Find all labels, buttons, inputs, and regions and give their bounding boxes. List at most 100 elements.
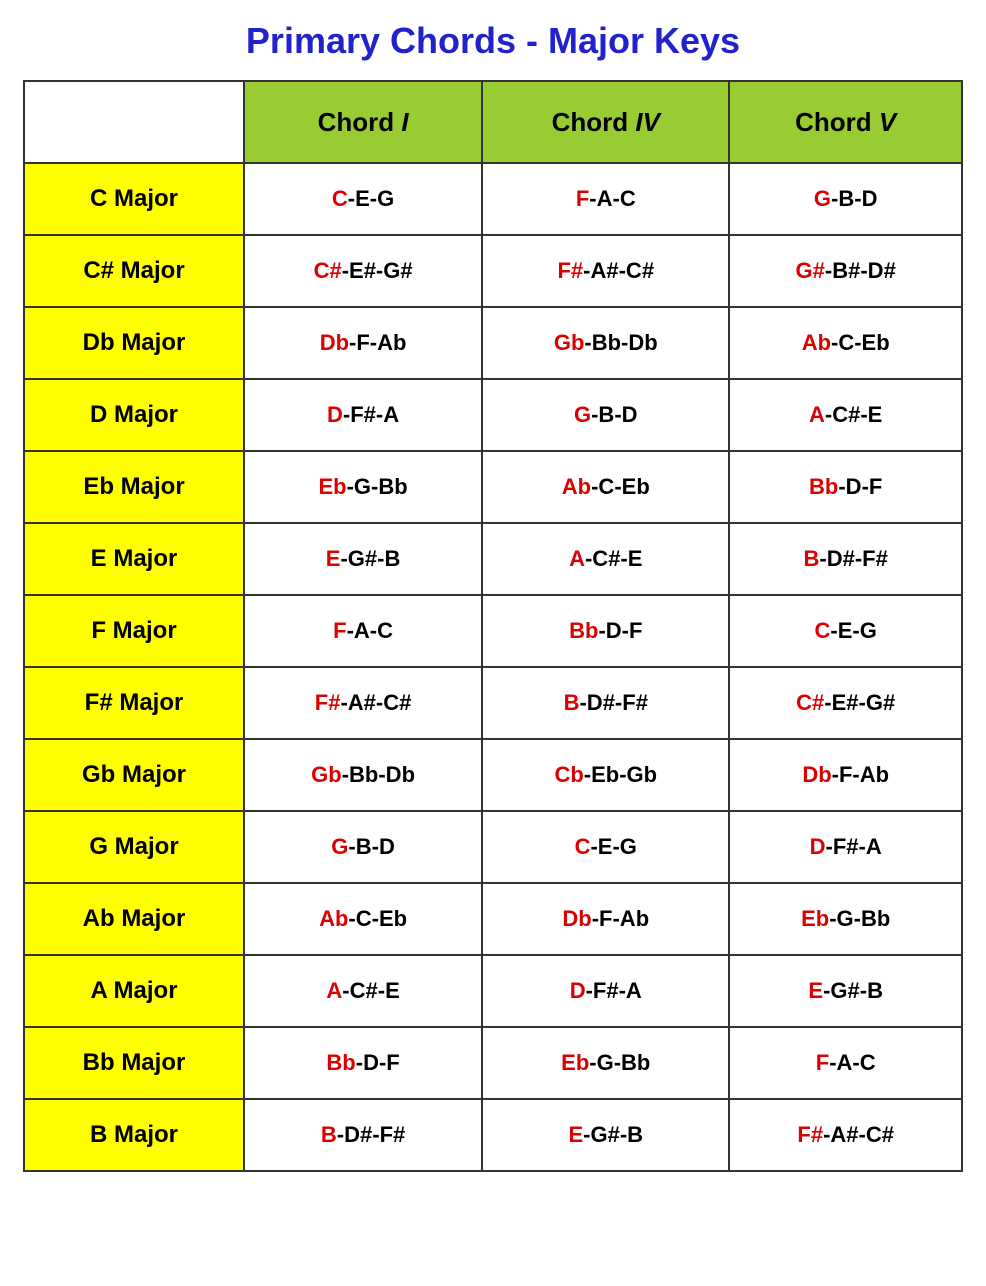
table-row: Eb MajorEb-G-BbAb-C-EbBb-D-F	[24, 451, 962, 523]
chord-notes: -Bb-Db	[342, 762, 415, 787]
chord5-cell: Eb-G-Bb	[729, 883, 962, 955]
chord-root: F#	[557, 258, 583, 283]
chord-root: A	[326, 978, 342, 1003]
chord-root: Gb	[311, 762, 342, 787]
table-row: E MajorE-G#-BA-C#-EB-D#-F#	[24, 523, 962, 595]
chord-root: C	[815, 618, 831, 643]
chord-notes: -Eb-Gb	[584, 762, 657, 787]
chord5-cell: F#-A#-C#	[729, 1099, 962, 1171]
chord-notes: -F#-A	[826, 834, 882, 859]
chord-notes: -A-C	[347, 618, 393, 643]
chord-notes: -A#-C#	[340, 690, 411, 715]
chord-root: G	[574, 402, 591, 427]
key-cell: Eb Major	[24, 451, 244, 523]
chord-root: F	[333, 618, 346, 643]
chord-root: A	[809, 402, 825, 427]
chord4-cell: G-B-D	[482, 379, 729, 451]
page-title: Primary Chords - Major Keys	[246, 20, 740, 62]
key-cell: F Major	[24, 595, 244, 667]
chord-notes: -B-D	[831, 186, 877, 211]
chord-notes: -A#-C#	[823, 1122, 894, 1147]
chord-notes: -F#-A	[586, 978, 642, 1003]
table-row: G MajorG-B-DC-E-GD-F#-A	[24, 811, 962, 883]
chord-root: C#	[796, 690, 824, 715]
chord1-cell: C#-E#-G#	[244, 235, 482, 307]
table-row: D MajorD-F#-AG-B-DA-C#-E	[24, 379, 962, 451]
table-row: Db MajorDb-F-AbGb-Bb-DbAb-C-Eb	[24, 307, 962, 379]
chord-notes: -E#-G#	[342, 258, 413, 283]
chord-root: Ab	[562, 474, 591, 499]
chord-root: C#	[314, 258, 342, 283]
chord5-cell: F-A-C	[729, 1027, 962, 1099]
chord-notes: -E#-G#	[824, 690, 895, 715]
chord-notes: -F#-A	[343, 402, 399, 427]
chord-notes: -C#-E	[825, 402, 882, 427]
chord-root: B	[321, 1122, 337, 1147]
chord5-cell: B-D#-F#	[729, 523, 962, 595]
chord4-cell: D-F#-A	[482, 955, 729, 1027]
chord5-cell: C#-E#-G#	[729, 667, 962, 739]
chord4-cell: Db-F-Ab	[482, 883, 729, 955]
chord-root: Eb	[561, 1050, 589, 1075]
chord-root: Eb	[801, 906, 829, 931]
chord-root: Gb	[554, 330, 585, 355]
table-row: F# MajorF#-A#-C#B-D#-F#C#-E#-G#	[24, 667, 962, 739]
key-cell: G Major	[24, 811, 244, 883]
header-chord5: Chord V	[729, 81, 962, 163]
chord-root: Db	[320, 330, 349, 355]
chord-root: C	[575, 834, 591, 859]
table-row: C MajorC-E-GF-A-CG-B-D	[24, 163, 962, 235]
chord5-cell: Db-F-Ab	[729, 739, 962, 811]
chord1-cell: C-E-G	[244, 163, 482, 235]
chord-root: G	[814, 186, 831, 211]
chord-notes: -C-Eb	[591, 474, 650, 499]
chord-notes: -A-C	[829, 1050, 875, 1075]
chord-notes: -Bb-Db	[584, 330, 657, 355]
chord1-cell: F-A-C	[244, 595, 482, 667]
chord-notes: -G-Bb	[347, 474, 408, 499]
key-cell: Gb Major	[24, 739, 244, 811]
chord5-cell: G-B-D	[729, 163, 962, 235]
chord1-cell: B-D#-F#	[244, 1099, 482, 1171]
chord-root: E	[808, 978, 823, 1003]
chord-notes: -D#-F#	[337, 1122, 405, 1147]
chord-notes: -B#-D#	[825, 258, 896, 283]
chord1-cell: Ab-C-Eb	[244, 883, 482, 955]
chord4-cell: Gb-Bb-Db	[482, 307, 729, 379]
chord4-cell: Ab-C-Eb	[482, 451, 729, 523]
chord-root: D	[810, 834, 826, 859]
table-row: A MajorA-C#-ED-F#-AE-G#-B	[24, 955, 962, 1027]
chord-root: F	[576, 186, 589, 211]
table-row: Ab MajorAb-C-EbDb-F-AbEb-G-Bb	[24, 883, 962, 955]
chord5-cell: Bb-D-F	[729, 451, 962, 523]
chord-root: F#	[315, 690, 341, 715]
chord-root: C	[332, 186, 348, 211]
chord-root: Bb	[326, 1050, 355, 1075]
key-cell: D Major	[24, 379, 244, 451]
chord-notes: -B-D	[591, 402, 637, 427]
chord-notes: -G#-B	[583, 1122, 643, 1147]
chord-root: Ab	[319, 906, 348, 931]
table-row: C# MajorC#-E#-G#F#-A#-C#G#-B#-D#	[24, 235, 962, 307]
table-row: Gb Major Gb-Bb-Db Cb-Eb-GbDb-F-Ab	[24, 739, 962, 811]
header-key	[24, 81, 244, 163]
chord-root: E	[568, 1122, 583, 1147]
chord-notes: -G#-B	[340, 546, 400, 571]
chord4-cell: B-D#-F#	[482, 667, 729, 739]
chord4-cell: Bb-D-F	[482, 595, 729, 667]
chord1-cell: E-G#-B	[244, 523, 482, 595]
chord-root: F#	[797, 1122, 823, 1147]
chord-notes: -B-D	[348, 834, 394, 859]
chord-notes: -E-G	[830, 618, 876, 643]
chord-root: F	[816, 1050, 829, 1075]
chord4-cell: Eb-G-Bb	[482, 1027, 729, 1099]
chord5-cell: Ab-C-Eb	[729, 307, 962, 379]
chord-notes: -D-F	[356, 1050, 400, 1075]
chord4-cell: F#-A#-C#	[482, 235, 729, 307]
chord-notes: -G#-B	[823, 978, 883, 1003]
key-cell: C Major	[24, 163, 244, 235]
chord1-cell: Eb-G-Bb	[244, 451, 482, 523]
chord-notes: -C-Eb	[831, 330, 890, 355]
chord1-cell: Bb-D-F	[244, 1027, 482, 1099]
chord4-cell: Cb-Eb-Gb	[482, 739, 729, 811]
